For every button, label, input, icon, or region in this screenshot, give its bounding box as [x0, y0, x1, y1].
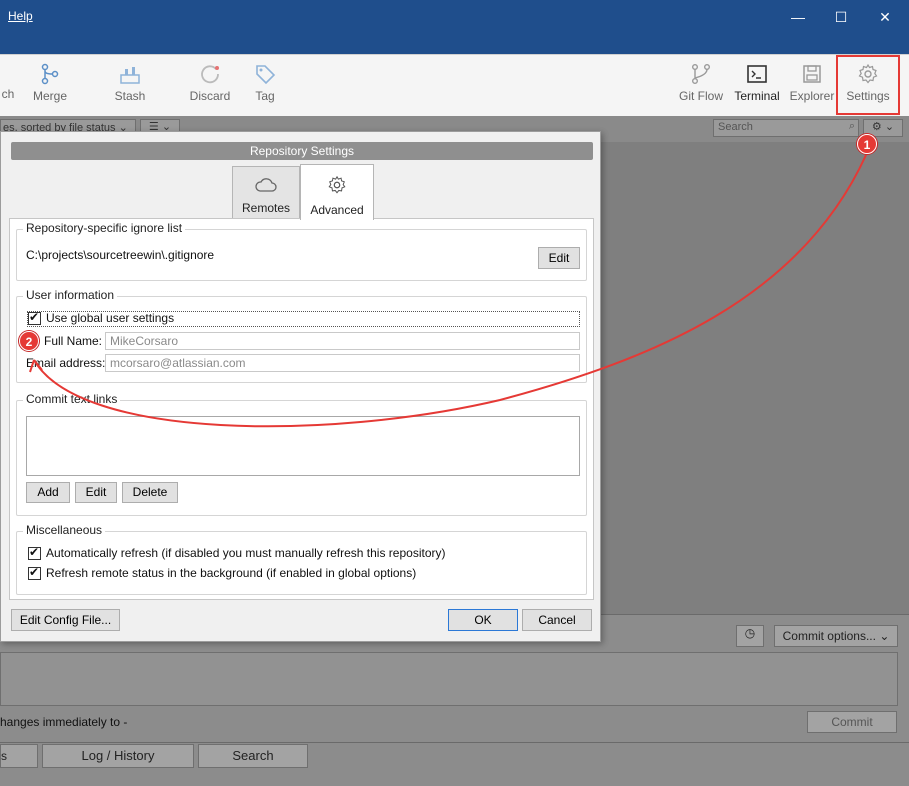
search-input[interactable]: Search ⌕: [713, 119, 859, 137]
auto-refresh-label: Automatically refresh (if disabled you m…: [46, 546, 446, 560]
email-address-field[interactable]: mcorsaro@atlassian.com: [105, 354, 580, 372]
edit-link-button[interactable]: Edit: [75, 482, 117, 503]
toolbar-discard-button[interactable]: Discard: [186, 63, 234, 103]
gear-icon: [328, 175, 346, 194]
ignore-edit-button[interactable]: Edit: [538, 247, 580, 269]
commit-text-links-list[interactable]: [26, 416, 580, 476]
delete-link-button[interactable]: Delete: [122, 482, 178, 503]
use-global-settings-checkbox[interactable]: [28, 310, 41, 325]
tag-icon: [256, 65, 276, 85]
explorer-icon: [803, 65, 821, 83]
advanced-tab-content: Repository-specific ignore list C:\proje…: [9, 218, 594, 600]
remote-status-checkbox[interactable]: [28, 565, 41, 580]
ignore-file-path: C:\projects\sourcetreewin\.gitignore: [26, 248, 215, 262]
ignore-list-group-label: Repository-specific ignore list: [23, 221, 186, 235]
annotation-badge-2: 2: [19, 331, 39, 351]
use-global-settings-label: Use global user settings: [46, 311, 175, 325]
chevron-down-icon: ⌄: [879, 629, 890, 643]
cancel-button[interactable]: Cancel: [522, 609, 592, 631]
annotation-badge-1: 1: [857, 134, 877, 154]
tab-advanced[interactable]: Advanced: [300, 164, 374, 220]
settings-highlight-box: [836, 55, 900, 115]
miscellaneous-group-label: Miscellaneous: [23, 523, 106, 537]
commit-text-links-group-label: Commit text links: [23, 392, 121, 406]
toolbar-tag-button[interactable]: Tag: [250, 63, 280, 103]
user-information-group: User information Use global user setting…: [16, 288, 587, 383]
dialog-title: Repository Settings: [11, 142, 593, 160]
title-bar: Help — ☐ ✕: [0, 0, 909, 54]
tab-file-status[interactable]: s: [0, 744, 38, 768]
minimize-button[interactable]: —: [783, 6, 813, 28]
toolbar: ch Merge Stash Discard Tag Git Flow Term…: [0, 54, 909, 116]
gear-icon: ⚙ ⌄: [871, 121, 895, 133]
tab-log-history[interactable]: Log / History: [42, 744, 194, 768]
tab-search[interactable]: Search: [198, 744, 308, 768]
file-list-area: [601, 142, 909, 614]
cloud-icon: [255, 178, 277, 192]
ignore-list-group: Repository-specific ignore list C:\proje…: [16, 221, 587, 281]
edit-config-file-button[interactable]: Edit Config File...: [11, 609, 120, 631]
stash-icon: [120, 67, 140, 84]
add-link-button[interactable]: Add: [26, 482, 70, 503]
toolbar-branch-button[interactable]: ch: [0, 63, 16, 101]
ok-button[interactable]: OK: [448, 609, 518, 631]
commit-options-dropdown[interactable]: Commit options... ⌄: [774, 625, 898, 647]
discard-icon: [201, 65, 219, 84]
push-changes-label: hanges immediately to -: [0, 715, 128, 729]
merge-icon: [41, 63, 59, 85]
maximize-button[interactable]: ☐: [826, 6, 856, 28]
commit-button[interactable]: Commit: [807, 711, 897, 733]
miscellaneous-group: Miscellaneous Automatically refresh (if …: [16, 523, 587, 595]
repository-settings-dialog: Repository Settings Remotes Advanced Rep…: [0, 131, 601, 642]
toolbar-gitflow-button[interactable]: Git Flow: [676, 63, 726, 103]
user-information-group-label: User information: [23, 288, 118, 302]
toolbar-stash-button[interactable]: Stash: [108, 63, 152, 103]
commit-text-links-group: Commit text links Add Edit Delete: [16, 392, 587, 516]
tab-remotes[interactable]: Remotes: [232, 166, 300, 218]
toolbar-merge-button[interactable]: Merge: [28, 63, 72, 103]
full-name-label: Full Name:: [44, 334, 103, 348]
commit-message-input[interactable]: [0, 652, 898, 706]
search-icon: ⌕: [848, 120, 855, 132]
menu-help[interactable]: Help: [8, 9, 33, 23]
close-button[interactable]: ✕: [870, 6, 900, 28]
clock-icon: ◷: [744, 626, 756, 640]
auto-refresh-checkbox[interactable]: [28, 545, 41, 560]
toolbar-terminal-button[interactable]: Terminal: [731, 63, 783, 103]
terminal-icon: [747, 65, 767, 83]
toolbar-explorer-button[interactable]: Explorer: [789, 63, 835, 103]
email-address-label: Email address:: [26, 356, 106, 370]
git-flow-icon: [692, 64, 710, 84]
full-name-field[interactable]: MikeCorsaro: [105, 332, 580, 350]
history-clock-button[interactable]: ◷: [736, 625, 764, 647]
remote-status-label: Refresh remote status in the background …: [46, 566, 417, 580]
